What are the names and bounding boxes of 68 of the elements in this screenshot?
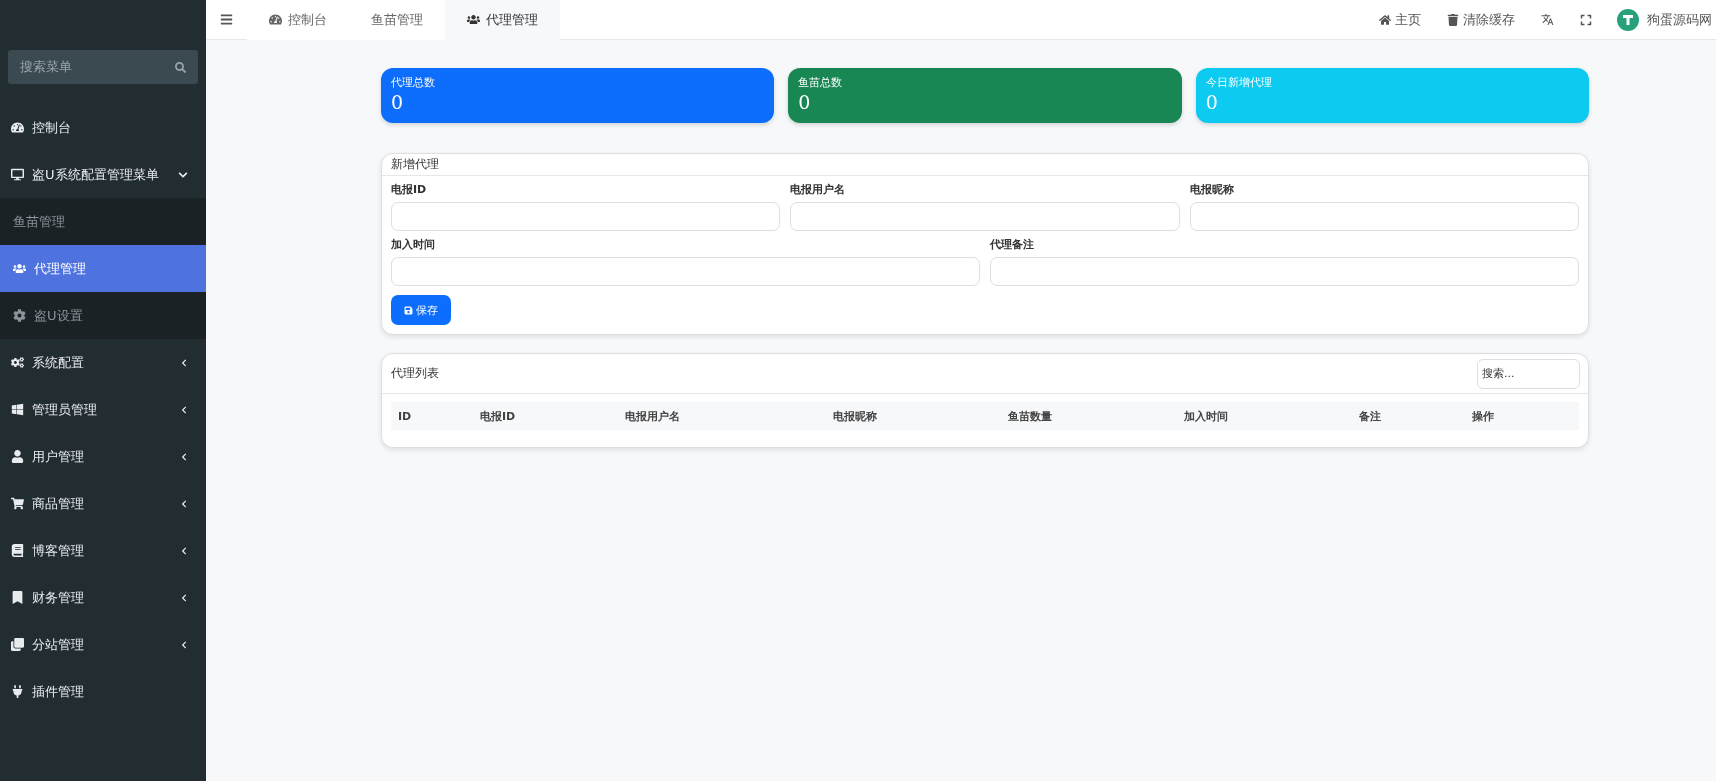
menu-search-field[interactable]: 搜索菜单	[8, 50, 198, 84]
sidebar-item[interactable]: 财务管理	[0, 574, 206, 621]
sidebar-item[interactable]: 系统配置	[0, 339, 206, 386]
header-tab[interactable]: 代理管理	[445, 0, 560, 40]
cart-icon	[11, 497, 24, 510]
stat-label: 鱼苗总数	[798, 75, 844, 90]
input-field[interactable]	[790, 202, 1180, 231]
field-label: 代理备注	[990, 237, 1035, 252]
input-field[interactable]	[391, 202, 781, 231]
field-label: 加入时间	[391, 237, 436, 252]
card-title: 新增代理	[391, 156, 439, 173]
field-label: 电报ID	[391, 182, 428, 197]
windows-icon	[11, 403, 24, 416]
sidebar-item[interactable]: 用户管理	[0, 433, 206, 480]
header-link[interactable]: 清除缓存	[1434, 10, 1528, 29]
sidebar-item[interactable]: 盗U设置	[0, 292, 206, 339]
sidebar-item[interactable]: 盗U系统配置管理菜单	[0, 151, 206, 198]
column-header: 电报用户名	[625, 408, 681, 424]
bookmark-icon	[11, 591, 24, 604]
sidebar-item[interactable]: 代理管理	[0, 245, 206, 292]
column-header: 鱼苗数量	[1008, 408, 1053, 424]
sidebar-item[interactable]: 管理员管理	[0, 386, 206, 433]
header-link[interactable]: 主页	[1366, 10, 1434, 29]
save-button[interactable]: 保存	[391, 295, 451, 325]
avatar-icon	[1617, 8, 1639, 31]
gauge-icon	[269, 13, 282, 26]
stat-value: 0	[1205, 90, 1219, 114]
column-header: 电报昵称	[833, 408, 878, 424]
search-icon	[175, 61, 186, 73]
save-icon	[404, 305, 413, 315]
gears-icon	[11, 356, 24, 369]
stat-label: 代理总数	[391, 75, 436, 90]
users-icon	[467, 13, 480, 26]
clone-icon	[11, 638, 24, 651]
gear-icon	[13, 309, 26, 322]
stat-label: 今日新增代理	[1205, 75, 1273, 90]
gauge-icon	[11, 121, 24, 134]
card-title: 代理列表	[391, 365, 439, 382]
field-label: 电报昵称	[1189, 182, 1235, 197]
menu-icon[interactable]	[220, 13, 233, 26]
stat-value: 0	[798, 90, 812, 114]
column-header: 备注	[1359, 408, 1382, 424]
fullscreen-icon	[1580, 13, 1592, 26]
input-field[interactable]	[1189, 202, 1579, 231]
column-header: ID	[398, 409, 413, 423]
trash-icon	[1447, 13, 1459, 26]
user-name[interactable]: 狗蛋源码网	[1639, 10, 1716, 29]
stat-value: 0	[391, 90, 405, 114]
sidebar-item[interactable]: 分站管理	[0, 621, 206, 668]
column-header: 加入时间	[1184, 408, 1229, 424]
sidebar-item[interactable]: 插件管理	[0, 668, 206, 715]
monitor-icon	[11, 168, 24, 181]
plug-icon	[11, 685, 24, 698]
field-label: 电报用户名	[790, 182, 847, 197]
input-field[interactable]	[990, 257, 1579, 286]
sidebar-item[interactable]: 鱼苗管理	[0, 198, 206, 245]
sidebar-item[interactable]: 博客管理	[0, 527, 206, 574]
sidebar-item[interactable]: 控制台	[0, 104, 206, 151]
column-header: 操作	[1472, 408, 1495, 424]
home-icon	[1379, 13, 1391, 26]
search-field[interactable]: 搜索...	[1477, 358, 1580, 389]
translate-icon	[1541, 13, 1554, 26]
input-field[interactable]	[391, 257, 980, 286]
column-header: 电报ID	[480, 408, 517, 424]
users-icon	[13, 262, 26, 275]
user-icon	[11, 450, 24, 463]
book-icon	[11, 544, 24, 557]
sidebar-item[interactable]: 商品管理	[0, 480, 206, 527]
